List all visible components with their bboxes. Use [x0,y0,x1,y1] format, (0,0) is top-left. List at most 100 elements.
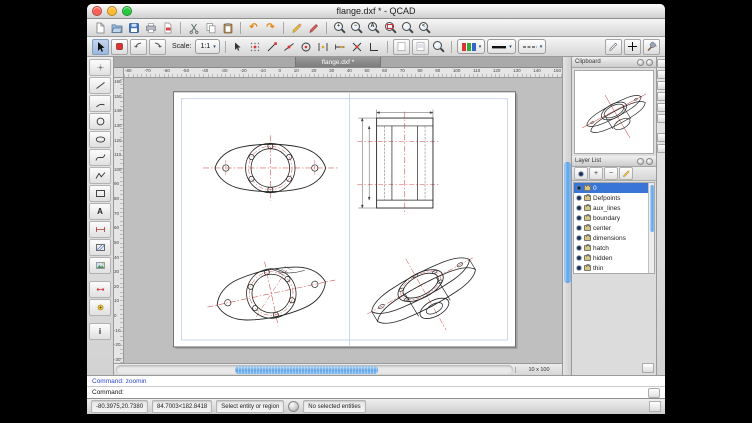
tool-hatch[interactable] [89,239,111,256]
eye-icon[interactable] [576,195,582,201]
layer-row[interactable]: center [574,223,649,233]
undo-icon[interactable]: ↶ [246,21,261,35]
panel-resize-grip[interactable] [642,363,654,373]
selection-arrow-icon[interactable] [92,39,109,55]
layer-row[interactable]: dimensions [574,233,649,243]
save-icon[interactable] [126,21,141,35]
open-icon[interactable] [109,21,124,35]
zoom-pan-icon[interactable] [400,21,415,35]
tool-dimension[interactable] [89,221,111,238]
tool-text[interactable]: A [89,203,111,220]
restrict-orthogonal-icon[interactable] [367,40,382,54]
tool-point[interactable] [89,59,111,76]
eye-icon[interactable] [576,185,582,191]
snap-endpoint-icon[interactable] [265,40,280,54]
snap-intersection-icon[interactable] [350,40,365,54]
tool-snap[interactable] [89,299,111,316]
dock-toggle-button[interactable] [657,92,666,101]
tool-polyline[interactable] [89,167,111,184]
panel-float-button[interactable] [637,158,644,165]
command-input[interactable] [127,387,645,398]
toggle-visibility-icon[interactable] [574,167,588,180]
dock-toggle-button[interactable] [657,133,666,142]
edit-layer-icon[interactable] [619,167,633,180]
color-select[interactable]: ▾ [457,39,486,54]
dock-toggle-button[interactable] [657,103,666,112]
lock-icon[interactable] [584,235,591,241]
scale-select[interactable]: 1:1 ▾ [195,39,219,54]
tool-spline[interactable] [89,149,111,166]
zoom-previous-icon[interactable]: < [417,21,432,35]
close-button[interactable] [92,6,102,16]
tool-info[interactable]: i [89,323,111,340]
pencil-icon[interactable] [289,21,304,35]
panel-close-button[interactable] [646,59,653,66]
snap-distance-icon[interactable] [333,40,348,54]
zoom-window-icon[interactable] [383,21,398,35]
forward-icon[interactable] [149,39,166,55]
layer-row[interactable]: hatch [574,243,649,253]
snap-grid-icon[interactable] [248,40,263,54]
deselect-icon[interactable] [111,39,128,55]
layer-row[interactable]: hidden [574,253,649,263]
lock-icon[interactable] [584,215,591,221]
eye-icon[interactable] [576,225,582,231]
back-icon[interactable] [130,39,147,55]
new-icon[interactable] [92,21,107,35]
title-bar[interactable]: flange.dxf * - QCAD [87,4,665,19]
dock-toggle-button[interactable] [657,114,666,123]
lock-icon[interactable] [584,245,591,251]
lock-icon[interactable] [584,225,591,231]
pen-icon[interactable] [605,39,622,55]
lock-icon[interactable] [584,185,591,191]
lock-icon[interactable] [584,255,591,261]
tool-circle[interactable] [89,113,111,130]
minimize-button[interactable] [107,6,117,16]
linetype-select[interactable]: ▾ [518,39,547,54]
layer-row[interactable]: aux_lines [574,203,649,213]
lineweight-select[interactable]: ▾ [487,39,516,54]
document-tab[interactable]: flange.dxf * [295,57,381,67]
zoom-out-icon[interactable]: − [349,21,364,35]
drawing-canvas[interactable] [124,78,562,363]
snap-middle-icon[interactable] [316,40,331,54]
dock-toggle-button[interactable] [657,70,666,79]
dock-toggle-button[interactable] [657,81,666,90]
lock-icon[interactable] [584,195,591,201]
tool-rectangle[interactable] [89,185,111,202]
lock-icon[interactable] [584,265,591,271]
copy-icon[interactable] [203,21,218,35]
panel-close-button[interactable] [646,158,653,165]
layer-row[interactable]: thin [574,263,649,273]
eye-icon[interactable] [576,215,582,221]
paste-icon[interactable] [220,21,235,35]
panel-float-button[interactable] [637,59,644,66]
print-icon[interactable] [143,21,158,35]
edit-icon[interactable] [306,21,321,35]
vertical-scrollbar-thumb[interactable] [564,162,571,283]
tool-arc[interactable] [89,95,111,112]
zoom-auto-icon[interactable]: A [366,21,381,35]
tool-image[interactable] [89,257,111,274]
crosshair-icon[interactable] [624,39,641,55]
command-options-button[interactable] [648,388,660,398]
dock-toggle-button[interactable] [657,144,666,153]
tool-modify[interactable] [89,281,111,298]
tool-line[interactable] [89,77,111,94]
cut-icon[interactable] [186,21,201,35]
snap-free-icon[interactable] [231,40,246,54]
horizontal-scrollbar-thumb[interactable] [235,366,378,374]
tool-ellipse[interactable] [89,131,111,148]
export-pdf-icon[interactable] [160,21,175,35]
layer-row[interactable]: Defpoints [574,193,649,203]
zoom-in-icon[interactable]: + [332,21,347,35]
paper-unit-button[interactable] [393,39,410,55]
horizontal-scrollbar[interactable] [116,365,513,374]
layer-list-scrollbar-thumb[interactable] [650,185,654,232]
vertical-scrollbar[interactable] [562,57,572,375]
snap-center-icon[interactable] [299,40,314,54]
layer-row[interactable]: 0 [574,183,649,193]
eye-icon[interactable] [576,205,582,211]
window-resize-grip[interactable] [649,401,661,412]
preferences-icon[interactable] [643,39,660,55]
